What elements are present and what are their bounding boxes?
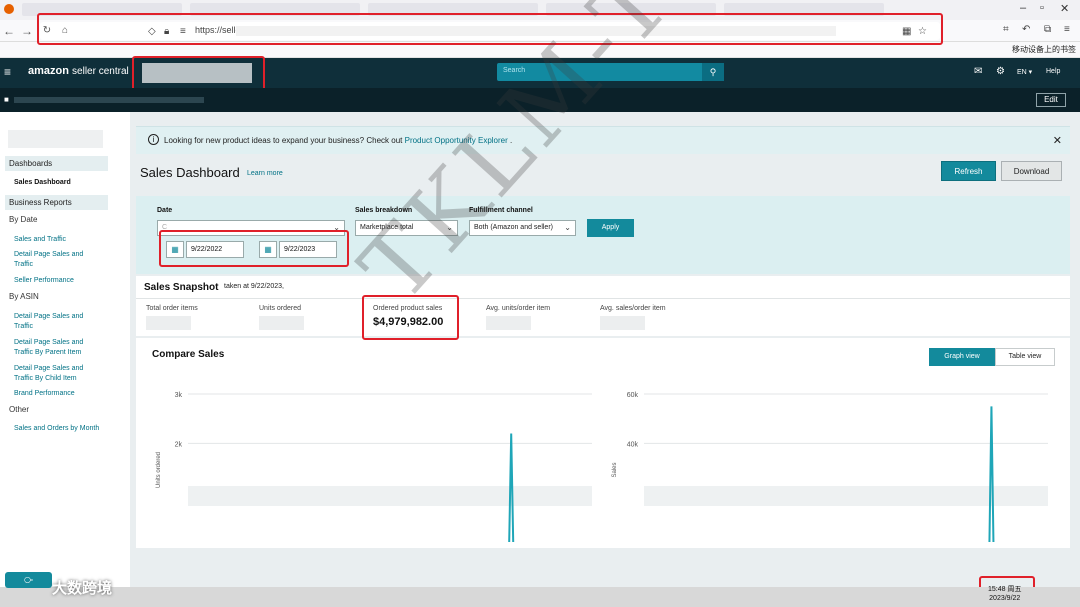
metric-label: Avg. units/order item (486, 305, 551, 312)
brand-watermark: 大数跨境 (52, 580, 113, 597)
start-button[interactable]: ⧂ (5, 572, 52, 588)
hamburger-menu-icon[interactable]: ≡ (4, 65, 11, 79)
maximize-icon[interactable]: ▫ (1040, 2, 1044, 14)
metric-label: Avg. sales/order item (600, 305, 666, 312)
metric-label: Units ordered (259, 305, 302, 312)
info-banner: i Looking for new product ideas to expan… (136, 126, 1070, 154)
units-chart-svg: 3k 2k Units ordered (156, 392, 592, 543)
sidebar-item-detail-page[interactable]: Detail Page Sales and Traffic (14, 250, 104, 270)
browser-logo-icon (4, 4, 14, 14)
search-icon[interactable]: ⚲ (702, 63, 724, 81)
date-label: Date (157, 207, 173, 214)
extensions-icon[interactable]: ⧉ (1044, 24, 1051, 35)
highlight-date-box (159, 230, 349, 267)
series-line (508, 433, 515, 543)
undo-icon[interactable]: ↶ (1022, 24, 1030, 35)
y-tick-label: 3k (175, 392, 183, 399)
sidebar-label-by-asin: By ASIN (9, 292, 39, 301)
snapshot-taken-at: taken at 9/22/2023, (224, 283, 284, 290)
y-tick-label: 40k (627, 441, 639, 448)
sidebar-item-asin-parent[interactable]: Detail Page Sales and Traffic By Parent … (14, 338, 104, 358)
clock-date: 2023/9/22 (989, 595, 1021, 602)
close-icon[interactable]: ✕ (1053, 134, 1062, 147)
sidebar-item-sales-dashboard[interactable]: Sales Dashboard (14, 178, 104, 188)
back-icon[interactable]: ← (2, 23, 16, 39)
crop-icon[interactable]: ⌗ (1003, 24, 1009, 35)
y-tick-label: 60k (627, 392, 639, 399)
divider (136, 298, 1070, 299)
sidebar-item-sales-orders-month[interactable]: Sales and Orders by Month (14, 424, 104, 434)
learn-more-link[interactable]: Learn more (247, 170, 283, 177)
info-icon: i (148, 134, 159, 145)
edit-button[interactable]: Edit (1036, 93, 1066, 107)
menu-icon[interactable]: ≡ (1064, 24, 1070, 35)
gear-icon[interactable]: ⚙ (996, 66, 1005, 77)
sales-chart-svg: 60k 40k Sales (612, 392, 1048, 543)
sidebar-item-asin-detail[interactable]: Detail Page Sales and Traffic (14, 312, 104, 332)
bullet-icon: ■ (4, 95, 9, 104)
chart-blur-band (644, 486, 1048, 506)
y-axis-label: Units ordered (156, 452, 162, 488)
sidebar-label-other: Other (9, 405, 30, 414)
subheader-blurred (14, 97, 204, 103)
sidebar-section-dashboards: Dashboards (5, 156, 108, 171)
apply-button[interactable]: Apply (587, 219, 634, 237)
sidebar-item-seller-performance[interactable]: Seller Performance (14, 276, 104, 286)
metric-value-blurred (486, 316, 531, 330)
sidebar-label-by-date: By Date (9, 215, 38, 224)
chart-blur-band (188, 486, 592, 506)
y-tick-label: 2k (175, 441, 183, 448)
graph-view-button[interactable]: Graph view (929, 348, 995, 366)
metric-value-blurred (600, 316, 645, 330)
sidebar-item-asin-child[interactable]: Detail Page Sales and Traffic By Child I… (14, 364, 104, 384)
units-chart: 3k 2k Units ordered (148, 380, 602, 548)
sidebar-item-sales-traffic[interactable]: Sales and Traffic (14, 235, 104, 245)
metric-value-blurred (146, 316, 191, 330)
sidebar-blurred (8, 130, 103, 148)
language-selector[interactable]: EN ▾ (1017, 68, 1032, 76)
sales-snapshot: Sales Snapshot taken at 9/22/2023, Total… (136, 276, 1070, 336)
main-content: i Looking for new product ideas to expan… (130, 112, 1080, 587)
taskbar (0, 587, 1080, 607)
sidebar-item-brand-performance[interactable]: Brand Performance (14, 389, 104, 399)
highlight-url-box (37, 13, 943, 45)
series-line (988, 406, 995, 543)
page-title: Sales Dashboard (140, 165, 240, 180)
left-sidebar: Dashboards Sales Dashboard Business Repo… (0, 112, 130, 587)
compare-sales: Compare Sales Graph view Table view 3k 2k… (136, 338, 1070, 548)
chevron-down-icon: ⌄ (564, 223, 571, 232)
clock-time: 15:48 周五 (988, 586, 1022, 593)
metric-label: Total order items (146, 305, 198, 312)
snapshot-title: Sales Snapshot (144, 282, 219, 293)
sales-chart: 60k 40k Sales (604, 380, 1058, 548)
help-link[interactable]: Help (1046, 68, 1060, 75)
table-view-button[interactable]: Table view (995, 348, 1055, 366)
refresh-button[interactable]: Refresh (941, 161, 996, 181)
download-button[interactable]: Download (1001, 161, 1062, 181)
y-axis-label: Sales (612, 462, 618, 477)
forward-icon[interactable]: → (20, 23, 34, 39)
mobile-bookmarks[interactable]: 移动设备上的书签 (1012, 44, 1076, 55)
mail-icon[interactable]: ✉ (974, 66, 982, 77)
metric-value-blurred (259, 316, 304, 330)
close-window-icon[interactable]: ✕ (1060, 2, 1069, 15)
seller-central-logo[interactable]: amazon seller central (28, 65, 129, 77)
minimize-icon[interactable]: – (1020, 2, 1026, 14)
compare-title: Compare Sales (152, 349, 225, 360)
system-clock: 15:48 周五 2023/9/22 (988, 585, 1021, 603)
sidebar-section-business-reports: Business Reports (5, 195, 108, 210)
